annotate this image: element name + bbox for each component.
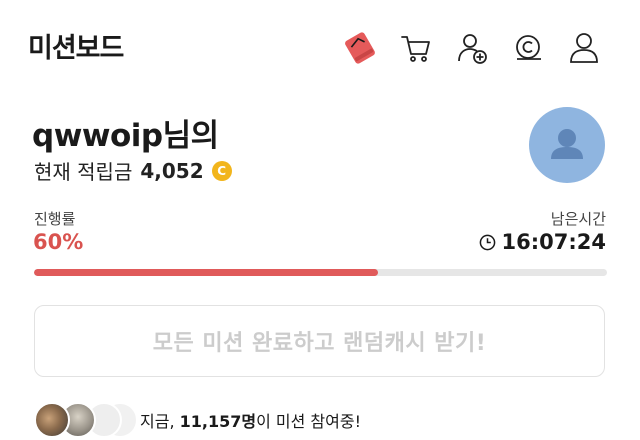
participant-avatars <box>34 400 138 440</box>
participants-count: 11,157명 <box>179 412 257 431</box>
points-value: 4,052 <box>140 158 204 183</box>
participants-text: 지금, 11,157명이 미션 참여중! <box>140 408 361 432</box>
participants-suffix: 이 미션 참여중! <box>256 412 361 431</box>
progress-bar-fill <box>34 269 378 276</box>
profile-icon[interactable] <box>564 28 604 68</box>
remaining-time: 16:07:24 <box>479 230 606 254</box>
shoe-icon[interactable] <box>340 28 380 68</box>
progress-label: 진행률 <box>34 210 76 228</box>
participant-avatar <box>34 402 70 438</box>
claim-random-cash-button[interactable]: 모든 미션 완료하고 랜덤캐시 받기! <box>34 305 605 377</box>
avatar[interactable] <box>529 107 605 183</box>
default-user-icon <box>551 129 583 159</box>
remaining-time-value: 16:07:24 <box>501 230 606 254</box>
user-name: qwwoip님의 <box>32 118 219 154</box>
points-label: 현재 적립금 <box>34 160 133 184</box>
points-row: 현재 적립금 4,052 C <box>34 156 232 185</box>
participants-row: 지금, 11,157명이 미션 참여중! <box>34 400 361 440</box>
page-title: 미션보드 <box>28 33 124 64</box>
progress-bar <box>34 269 607 276</box>
header: 미션보드 <box>0 0 640 90</box>
participants-prefix: 지금, <box>140 412 180 431</box>
remaining-time-label: 남은시간 <box>550 210 606 228</box>
coin-icon: C <box>211 160 232 181</box>
cart-icon[interactable] <box>396 28 436 68</box>
cash-icon[interactable] <box>508 28 548 68</box>
add-user-icon[interactable] <box>452 28 492 68</box>
clock-icon <box>479 234 495 250</box>
progress-value: 60% <box>33 230 84 254</box>
